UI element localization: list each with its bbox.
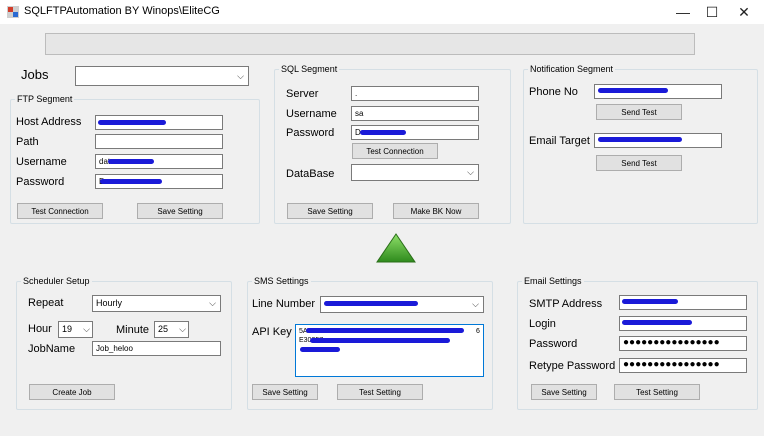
phone-send-test-button[interactable]: Send Test <box>596 104 682 120</box>
sql-server-input[interactable]: . <box>351 86 479 101</box>
retype-password-input[interactable]: ●●●●●●●●●●●●●●●● <box>619 358 747 373</box>
chevron-down-icon: ⌵ <box>467 167 474 177</box>
ftp-path-input[interactable] <box>95 134 223 149</box>
sql-legend: SQL Segment <box>281 64 338 74</box>
hour-select[interactable]: 19 ⌵ <box>58 321 93 338</box>
ftp-password-label: Password <box>16 176 65 188</box>
smtp-address-label: SMTP Address <box>529 298 603 310</box>
title-bar: SQLFTPAutomation BY Winops\EliteCG — ☐ ✕ <box>0 0 764 24</box>
ftp-legend: FTP Segment <box>17 94 73 104</box>
chevron-down-icon: ⌵ <box>237 71 244 81</box>
phone-label: Phone No <box>529 86 578 98</box>
sql-make-backup-button[interactable]: Make BK Now <box>393 203 479 219</box>
sql-username-label: Username <box>286 108 337 120</box>
jobname-input[interactable]: Job_heloo <box>92 341 221 356</box>
ftp-host-label: Host Address <box>16 116 82 128</box>
login-label: Login <box>529 318 556 330</box>
email-send-test-button[interactable]: Send Test <box>596 155 682 171</box>
api-key-label: API Key <box>252 326 292 338</box>
email-test-setting-button[interactable]: Test Setting <box>614 384 700 400</box>
minimize-button[interactable]: — <box>668 0 698 24</box>
redaction-mark <box>622 320 692 325</box>
sql-database-select[interactable]: ⌵ <box>351 164 479 181</box>
redaction-mark <box>300 347 340 352</box>
redaction-mark <box>598 88 668 93</box>
redaction-mark <box>622 299 678 304</box>
ftp-save-setting-button[interactable]: Save Setting <box>137 203 223 219</box>
progress-bar <box>45 33 695 55</box>
maximize-button[interactable]: ☐ <box>697 0 727 24</box>
chevron-down-icon: ⌵ <box>83 324 90 334</box>
sql-save-setting-button[interactable]: Save Setting <box>287 203 373 219</box>
redaction-mark <box>310 338 450 343</box>
ftp-username-label: Username <box>16 156 67 168</box>
line-number-label: Line Number <box>252 298 315 310</box>
jobs-select[interactable]: ⌵ <box>75 66 249 86</box>
chevron-down-icon: ⌵ <box>209 298 216 308</box>
redaction-mark <box>598 137 682 142</box>
notification-legend: Notification Segment <box>530 64 614 74</box>
up-triangle-icon[interactable] <box>376 233 416 263</box>
email-legend: Email Settings <box>524 276 582 286</box>
redaction-mark <box>100 179 162 184</box>
sql-server-label: Server <box>286 88 319 100</box>
redaction-mark <box>108 159 154 164</box>
chevron-down-icon: ⌵ <box>179 324 186 334</box>
app-icon <box>7 6 19 18</box>
create-job-button[interactable]: Create Job <box>29 384 115 400</box>
ftp-test-connection-button[interactable]: Test Connection <box>17 203 103 219</box>
repeat-label: Repeat <box>28 297 64 309</box>
redaction-mark <box>98 120 166 125</box>
redaction-mark <box>324 301 418 306</box>
minute-select[interactable]: 25 ⌵ <box>154 321 189 338</box>
email-target-label: Email Target <box>529 135 590 147</box>
retype-password-label: Retype Password <box>529 360 616 372</box>
sms-save-setting-button[interactable]: Save Setting <box>252 384 318 400</box>
sql-database-label: DataBase <box>286 168 335 180</box>
redaction-mark <box>360 130 406 135</box>
hour-label: Hour <box>28 323 52 335</box>
chevron-down-icon: ⌵ <box>472 299 479 309</box>
ftp-path-label: Path <box>16 136 39 148</box>
jobname-label: JobName <box>28 343 76 355</box>
sms-legend: SMS Settings <box>254 276 309 286</box>
jobs-label: Jobs <box>21 67 49 82</box>
email-password-input[interactable]: ●●●●●●●●●●●●●●●● <box>619 336 747 351</box>
sms-test-setting-button[interactable]: Test Setting <box>337 384 423 400</box>
sql-test-connection-button[interactable]: Test Connection <box>352 143 438 159</box>
scheduler-legend: Scheduler Setup <box>23 276 90 286</box>
sql-password-label: Password <box>286 127 335 139</box>
email-password-label: Password <box>529 338 578 350</box>
redaction-mark <box>306 328 464 333</box>
window-title: SQLFTPAutomation BY Winops\EliteCG <box>24 5 220 17</box>
minute-label: Minute <box>116 324 150 336</box>
email-save-setting-button[interactable]: Save Setting <box>531 384 597 400</box>
repeat-select[interactable]: Hourly ⌵ <box>92 295 221 312</box>
sql-username-input[interactable]: sa <box>351 106 479 121</box>
close-button[interactable]: ✕ <box>729 0 759 24</box>
